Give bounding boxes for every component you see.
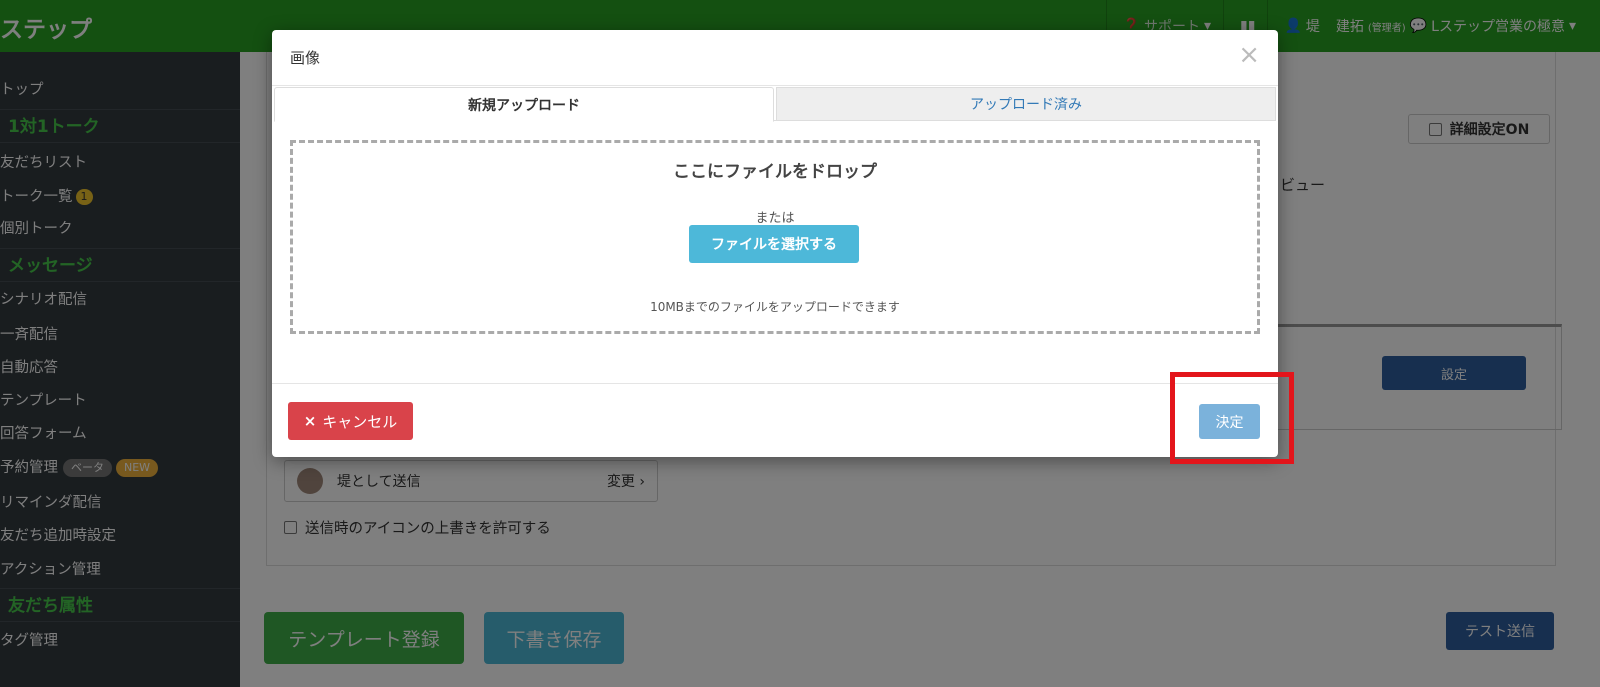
highlight-annotation <box>1170 372 1294 464</box>
modal-header: 画像 × <box>272 30 1278 86</box>
modal-footer: × キャンセル 決定 <box>272 383 1278 457</box>
upload-tabs: 新規アップロード アップロード済み <box>274 87 1276 122</box>
close-icon[interactable]: × <box>1238 42 1260 68</box>
drop-title: ここにファイルをドロップ <box>673 162 877 182</box>
drop-or-label: または <box>755 211 795 226</box>
tab-uploaded[interactable]: アップロード済み <box>776 87 1276 121</box>
close-icon: × <box>303 412 317 430</box>
file-size-note: 10MBまでのファイルをアップロードできます <box>650 300 900 314</box>
tab-new-upload[interactable]: 新規アップロード <box>274 87 774 122</box>
cancel-button[interactable]: × キャンセル <box>288 402 413 440</box>
select-file-button[interactable]: ファイルを選択する <box>689 225 859 263</box>
file-dropzone[interactable]: ここにファイルをドロップ または ファイルを選択する 10MBまでのファイルをア… <box>290 140 1260 334</box>
image-upload-modal: 画像 × 新規アップロード アップロード済み ここにファイルをドロップ または … <box>272 30 1278 457</box>
modal-title: 画像 <box>290 49 321 67</box>
